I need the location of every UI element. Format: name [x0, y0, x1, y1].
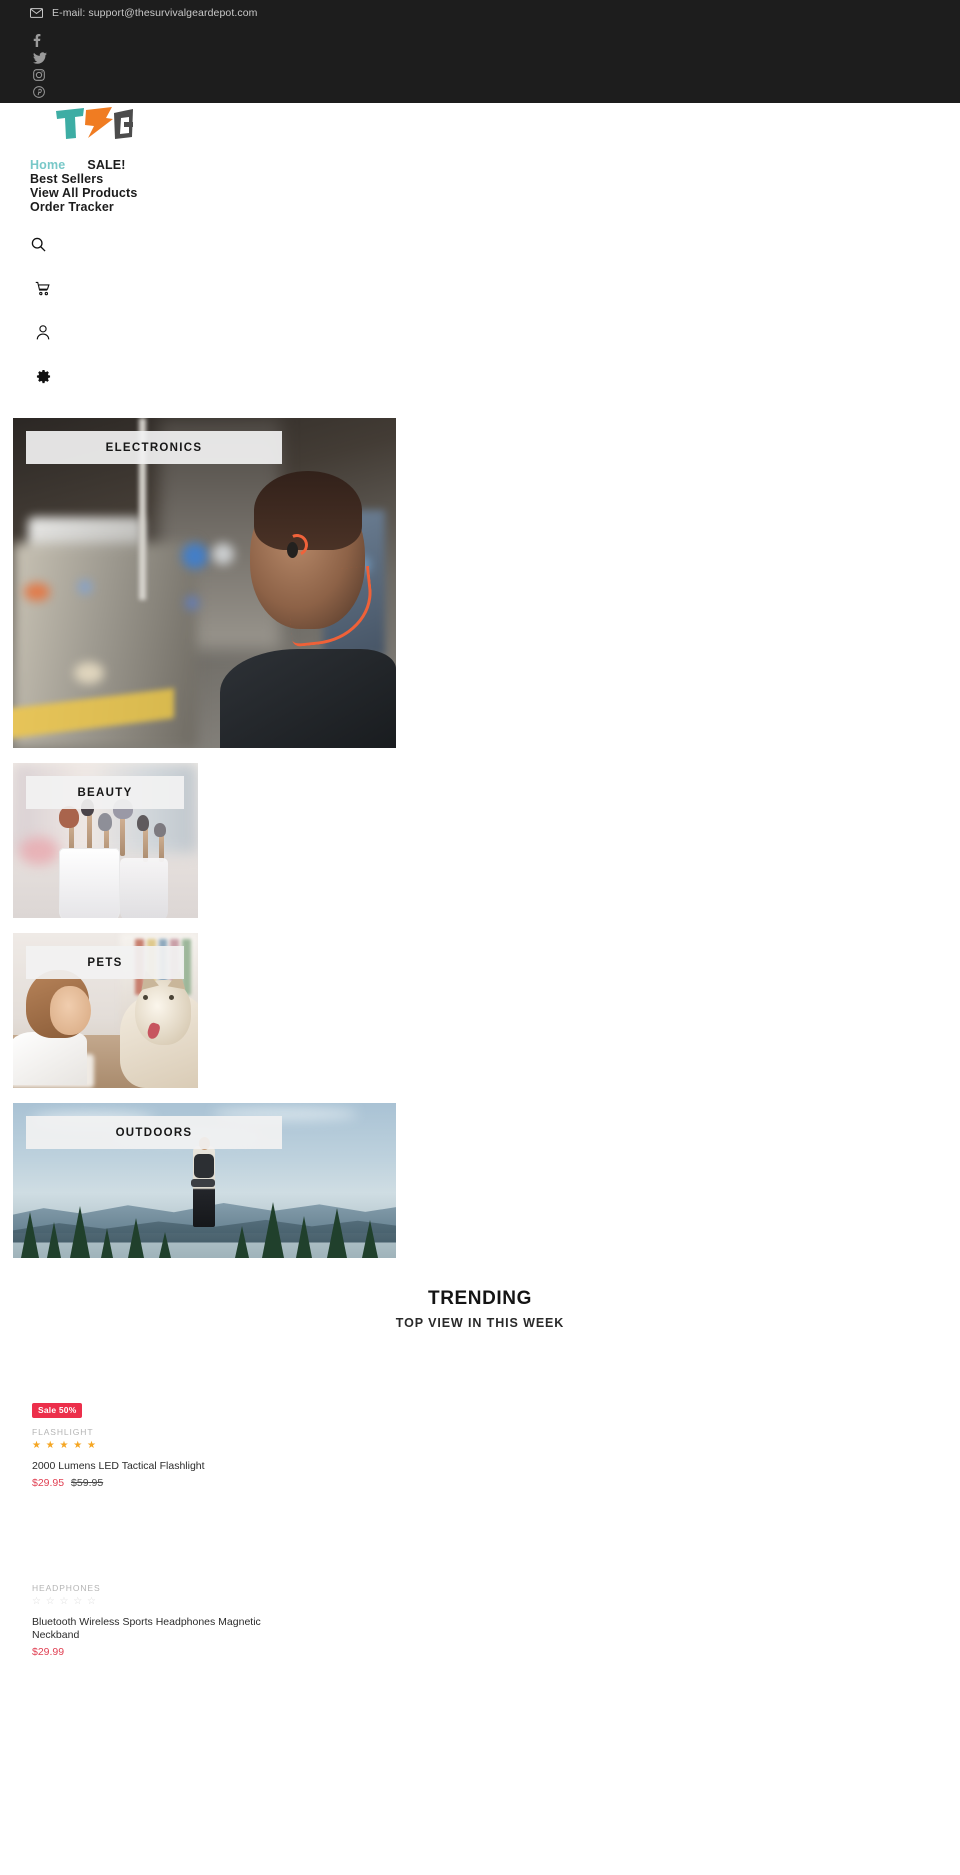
category-image-electronics	[13, 418, 396, 748]
category-label-beauty: BEAUTY	[26, 776, 184, 809]
product-rating-stars: ☆ ☆ ☆ ☆ ☆	[32, 1596, 97, 1607]
product-price-original: $59.95	[71, 1477, 104, 1489]
product-category: FLASHLIGHT	[32, 1427, 94, 1437]
product-price-current: $29.99	[32, 1646, 65, 1658]
gear-icon[interactable]	[36, 369, 60, 393]
category-card-pets[interactable]: PETS	[13, 933, 198, 1088]
search-icon[interactable]	[31, 237, 55, 261]
nav-item-home[interactable]: Home	[30, 158, 65, 172]
contact-email-text: E-mail: support@thesurvivalgeardepot.com	[52, 7, 258, 19]
product-price-row: $29.99	[32, 1646, 960, 1659]
category-card-beauty[interactable]: BEAUTY	[13, 763, 198, 918]
product-image	[32, 1340, 960, 1400]
envelope-icon	[30, 8, 43, 18]
sale-badge: Sale 50%	[32, 1403, 83, 1418]
category-card-electronics[interactable]: ELECTRONICS	[13, 418, 396, 748]
product-price-current: $29.95	[32, 1477, 65, 1489]
instagram-icon[interactable]	[33, 66, 53, 83]
nav-item-sale[interactable]: SALE!	[87, 158, 125, 172]
category-label-electronics: ELECTRONICS	[26, 431, 282, 464]
trending-section-header: TRENDING TOP VIEW IN THIS WEEK	[0, 1288, 960, 1330]
header-icon-column	[31, 237, 60, 413]
twitter-icon[interactable]	[33, 49, 53, 66]
pinterest-icon[interactable]	[33, 83, 53, 100]
product-price-row: $29.95 $59.95	[32, 1477, 960, 1490]
logo-letter-s	[85, 107, 113, 138]
nav-item-view-all-products[interactable]: View All Products	[30, 186, 390, 200]
top-bar: E-mail: support@thesurvivalgeardepot.com	[0, 0, 960, 103]
category-card-outdoors[interactable]: OUTDOORS	[13, 1103, 396, 1258]
site-logo[interactable]	[54, 107, 134, 143]
social-links	[33, 32, 53, 100]
main-navigation: Home SALE! Best Sellers View All Product…	[30, 158, 390, 214]
cart-icon[interactable]	[35, 281, 59, 305]
facebook-icon[interactable]	[33, 32, 53, 49]
trending-title: TRENDING	[427, 1288, 533, 1309]
product-card[interactable]: Sale 50% FLASHLIGHT ★ ★ ★ ★ ★ 2000 Lumen…	[0, 1340, 960, 1490]
product-title[interactable]: Bluetooth Wireless Sports Headphones Mag…	[32, 1616, 292, 1642]
user-icon[interactable]	[36, 325, 60, 349]
nav-item-order-tracker[interactable]: Order Tracker	[30, 200, 390, 214]
product-image	[32, 1514, 960, 1574]
product-rating-stars: ★ ★ ★ ★ ★	[32, 1440, 97, 1451]
nav-item-best-sellers[interactable]: Best Sellers	[30, 172, 390, 186]
product-list: Sale 50% FLASHLIGHT ★ ★ ★ ★ ★ 2000 Lumen…	[0, 1340, 960, 1683]
category-grid: ELECTRONICS BEAUTY PETS OUTDOORS	[0, 418, 960, 1273]
trending-subtitle: TOP VIEW IN THIS WEEK	[395, 1316, 565, 1330]
logo-letter-t	[56, 108, 84, 139]
category-label-outdoors: OUTDOORS	[26, 1116, 282, 1149]
product-card[interactable]: HEADPHONES ☆ ☆ ☆ ☆ ☆ Bluetooth Wireless …	[0, 1514, 960, 1659]
product-title[interactable]: 2000 Lumens LED Tactical Flashlight	[32, 1460, 292, 1473]
logo-letter-g	[114, 109, 133, 139]
product-category: HEADPHONES	[32, 1583, 101, 1593]
contact-email[interactable]: E-mail: support@thesurvivalgeardepot.com	[30, 6, 258, 20]
category-label-pets: PETS	[26, 946, 184, 979]
